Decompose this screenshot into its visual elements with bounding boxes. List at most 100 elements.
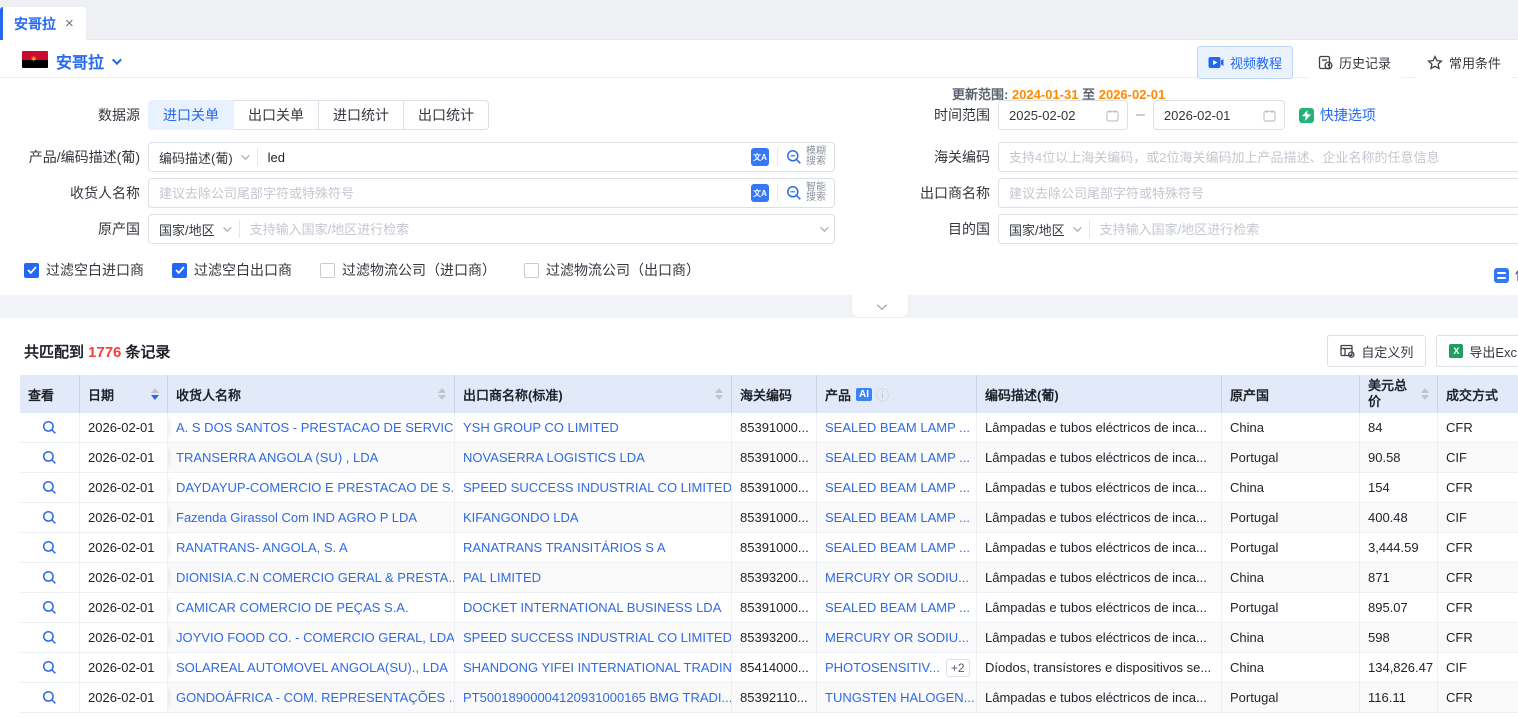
exporter-link[interactable]: KIFANGONDO LDA xyxy=(463,510,579,525)
destination-country-input[interactable] xyxy=(1090,215,1518,243)
exporter-link[interactable]: PAL LIMITED xyxy=(463,570,541,585)
date-start-input[interactable]: 2025-02-02 xyxy=(998,100,1128,130)
product-link[interactable]: MERCURY OR SODIU... xyxy=(825,630,969,645)
view-record-button[interactable] xyxy=(20,443,80,472)
exporter-cell: PT50018900004120931000165 BMG TRADI... xyxy=(455,683,732,712)
fuzzy-search-button[interactable]: 模糊搜索 xyxy=(786,147,826,167)
exporter-link[interactable]: PT50018900004120931000165 BMG TRADI... xyxy=(463,690,732,705)
info-icon[interactable]: ⓘ xyxy=(876,385,889,404)
checkbox-label: 过滤物流公司（出口商） xyxy=(546,260,700,280)
view-record-button[interactable] xyxy=(20,503,80,532)
save-conditions-button[interactable]: 保存条件 xyxy=(1494,265,1518,285)
quick-options-button[interactable]: 快捷选项 xyxy=(1299,105,1376,125)
consignee-link[interactable]: A. S DOS SANTOS - PRESTACAO DE SERVIC... xyxy=(176,420,455,435)
view-record-button[interactable] xyxy=(20,413,80,442)
sort-icon[interactable] xyxy=(151,388,159,400)
magnifier-icon xyxy=(42,600,57,615)
product-link[interactable]: MERCURY OR SODIU... xyxy=(825,570,969,585)
translate-icon[interactable]: 文A xyxy=(751,184,769,202)
filter-checkbox[interactable]: 过滤空白进口商 xyxy=(24,260,144,280)
consignee-link[interactable]: GONDOÁFRICA - COM. REPRESENTAÇÕES ... xyxy=(176,690,455,705)
magnifier-icon xyxy=(42,660,57,675)
datasource-tab[interactable]: 进口统计 xyxy=(319,100,404,130)
translate-icon[interactable]: 文A xyxy=(751,148,769,166)
consignee-link[interactable]: TRANSERRA ANGOLA (SU) , LDA xyxy=(176,450,378,465)
consignee-link[interactable]: DIONISIA.C.N COMERCIO GERAL & PRESTA... xyxy=(176,570,455,585)
view-record-button[interactable] xyxy=(20,563,80,592)
exporter-input[interactable] xyxy=(999,179,1518,207)
product-search-box: 编码描述(葡) 文A 模糊搜索 xyxy=(148,142,835,172)
view-record-button[interactable] xyxy=(20,473,80,502)
exporter-link[interactable]: NOVASERRA LOGISTICS LDA xyxy=(463,450,645,465)
filter-collapse-strip xyxy=(0,295,1518,318)
hs-code-label: 海关编码 xyxy=(900,147,990,167)
product-link[interactable]: TUNGSTEN HALOGEN... xyxy=(825,690,975,705)
hs-code-cell: 85392110... xyxy=(732,683,817,712)
consignee-link[interactable]: DAYDAYUP-COMERCIO E PRESTACAO DE S... xyxy=(176,480,455,495)
product-link[interactable]: SEALED BEAM LAMP ... xyxy=(825,450,970,465)
usd-total-cell: 116.11 xyxy=(1360,683,1438,712)
view-record-button[interactable] xyxy=(20,593,80,622)
consignee-link[interactable]: JOYVIO FOOD CO. - COMERCIO GERAL, LDA xyxy=(176,630,455,645)
consignee-link[interactable]: Fazenda Girassol Com IND AGRO P LDA xyxy=(176,510,417,525)
exporter-link[interactable]: YSH GROUP CO LIMITED xyxy=(463,420,619,435)
product-cell: SEALED BEAM LAMP ... xyxy=(817,533,977,562)
consignee-cell: A. S DOS SANTOS - PRESTACAO DE SERVIC... xyxy=(168,413,455,442)
product-field-select[interactable]: 编码描述(葡) xyxy=(149,143,257,171)
product-extra-badge[interactable]: +2 xyxy=(946,659,970,677)
smart-search-button[interactable]: 智能搜索 xyxy=(786,183,826,203)
exporter-link[interactable]: SPEED SUCCESS INDUSTRIAL CO LIMITED xyxy=(463,480,732,495)
exporter-link[interactable]: SHANDONG YIFEI INTERNATIONAL TRADIN... xyxy=(463,660,732,675)
consignee-link[interactable]: CAMICAR COMERCIO DE PEÇAS S.A. xyxy=(176,600,409,615)
exporter-link[interactable]: DOCKET INTERNATIONAL BUSINESS LDA xyxy=(463,600,721,615)
col-exporter[interactable]: 出口商名称(标准) xyxy=(455,375,732,413)
consignee-link[interactable]: RANATRANS- ANGOLA, S. A xyxy=(176,540,348,555)
table-row: 2026-02-01 Fazenda Girassol Com IND AGRO… xyxy=(20,503,1518,533)
sort-icon[interactable] xyxy=(715,388,723,400)
consignee-input[interactable] xyxy=(149,179,743,207)
product-link[interactable]: SEALED BEAM LAMP ... xyxy=(825,540,970,555)
saved-conditions-button[interactable]: 常用条件 xyxy=(1416,46,1512,79)
product-link[interactable]: SEALED BEAM LAMP ... xyxy=(825,510,970,525)
product-cell: PHOTOSENSITIV... +2 xyxy=(817,653,977,682)
view-record-button[interactable] xyxy=(20,653,80,682)
incoterm-cell: CFR xyxy=(1438,683,1518,712)
col-usd-total[interactable]: 美元总价 xyxy=(1360,375,1438,413)
datasource-tab[interactable]: 进口关单 xyxy=(148,100,234,130)
datasource-tab[interactable]: 出口关单 xyxy=(234,100,319,130)
product-search-input[interactable] xyxy=(258,143,743,171)
hs-code-input[interactable] xyxy=(999,143,1518,171)
filter-checkbox[interactable]: 过滤物流公司（出口商） xyxy=(524,260,700,280)
tab-angola[interactable]: 安哥拉 × xyxy=(0,7,86,40)
collapse-filters-button[interactable] xyxy=(852,295,908,317)
sort-icon[interactable] xyxy=(1421,388,1429,400)
view-record-button[interactable] xyxy=(20,533,80,562)
col-consignee[interactable]: 收货人名称 xyxy=(168,375,455,413)
filter-checkbox[interactable]: 过滤空白出口商 xyxy=(172,260,292,280)
product-link[interactable]: SEALED BEAM LAMP ... xyxy=(825,600,970,615)
customize-columns-button[interactable]: 自定义列 xyxy=(1327,335,1426,367)
export-excel-button[interactable]: X 导出Exc xyxy=(1436,335,1518,367)
history-button[interactable]: 历史记录 xyxy=(1307,46,1402,79)
country-selector[interactable]: 安哥拉 xyxy=(56,49,119,73)
exporter-cell: YSH GROUP CO LIMITED xyxy=(455,413,732,442)
view-record-button[interactable] xyxy=(20,623,80,652)
product-link[interactable]: PHOTOSENSITIV... xyxy=(825,660,940,675)
angola-flag-icon: ✶ xyxy=(22,51,48,68)
close-icon[interactable]: × xyxy=(65,16,74,31)
video-tutorial-button[interactable]: 视频教程 xyxy=(1197,46,1293,79)
datasource-tab[interactable]: 出口统计 xyxy=(404,100,489,130)
date-end-input[interactable]: 2026-02-01 xyxy=(1153,100,1285,130)
origin-country-input[interactable] xyxy=(240,215,812,243)
origin-country-select[interactable]: 国家/地区 xyxy=(149,215,239,243)
exporter-link[interactable]: SPEED SUCCESS INDUSTRIAL CO LIMITED xyxy=(463,630,732,645)
view-record-button[interactable] xyxy=(20,683,80,712)
exporter-link[interactable]: RANATRANS TRANSITÁRIOS S A xyxy=(463,540,666,555)
sort-icon[interactable] xyxy=(438,388,446,400)
product-link[interactable]: SEALED BEAM LAMP ... xyxy=(825,420,970,435)
destination-country-select[interactable]: 国家/地区 xyxy=(999,215,1089,243)
product-link[interactable]: SEALED BEAM LAMP ... xyxy=(825,480,970,495)
filter-checkbox[interactable]: 过滤物流公司（进口商） xyxy=(320,260,496,280)
consignee-link[interactable]: SOLAREAL AUTOMOVEL ANGOLA(SU)., LDA xyxy=(176,660,448,675)
col-date[interactable]: 日期 xyxy=(80,375,168,413)
